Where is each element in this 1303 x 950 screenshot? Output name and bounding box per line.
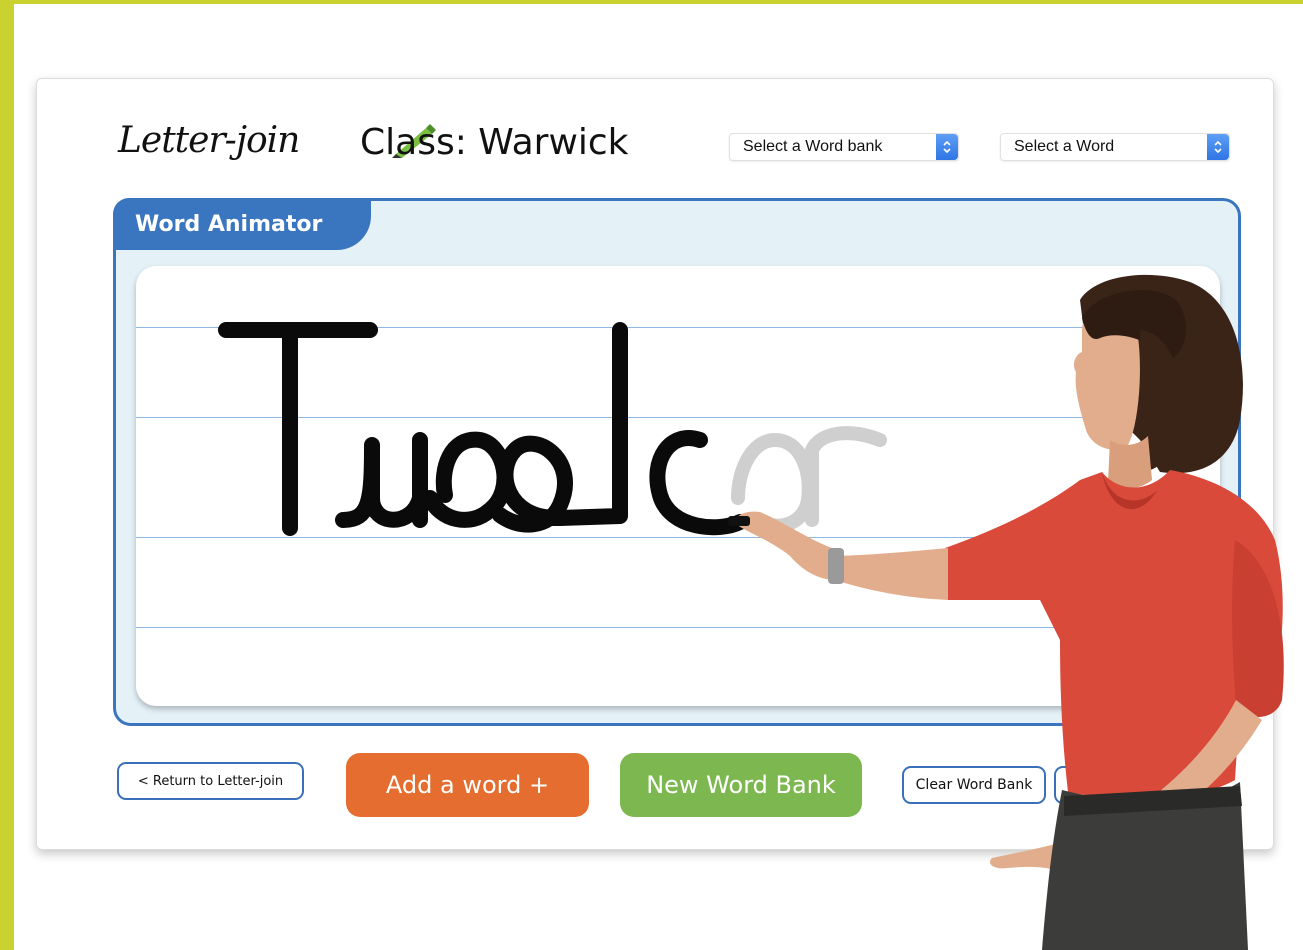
teacher-photo (728, 274, 1284, 950)
